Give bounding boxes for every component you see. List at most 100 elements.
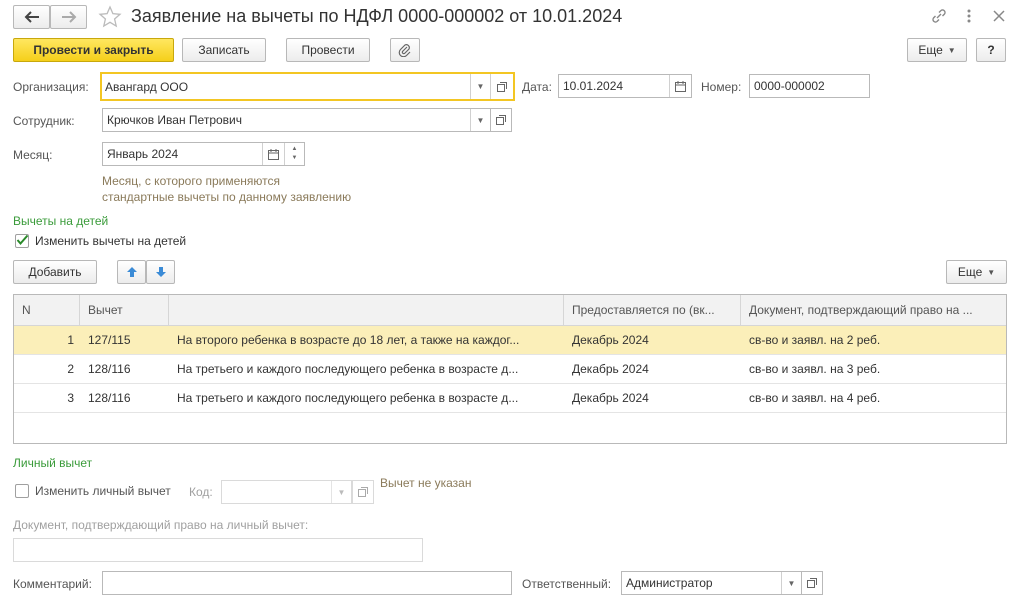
column-header-deduction[interactable]: Вычет	[80, 295, 169, 326]
row-until: Декабрь 2024	[572, 333, 649, 347]
organization-label: Организация:	[13, 80, 89, 94]
row-number: 1	[67, 333, 74, 347]
more-vertical-icon[interactable]	[962, 7, 976, 25]
responsible-dropdown-button[interactable]: ▼	[781, 572, 801, 594]
chevron-down-icon[interactable]: ▼	[292, 154, 298, 163]
number-label: Номер:	[701, 80, 742, 94]
checkmark-icon	[16, 234, 29, 246]
arrow-up-icon	[126, 267, 137, 277]
move-up-button[interactable]	[117, 260, 146, 284]
personal-section-title: Личный вычет	[13, 456, 93, 470]
month-stepper[interactable]: ▲ ▼	[284, 143, 304, 165]
row-number: 3	[67, 391, 74, 405]
personal-document-field[interactable]	[13, 538, 423, 562]
table-row[interactable]: 1 127/115 На второго ребенка в возрасте …	[14, 326, 1006, 355]
table-more-button[interactable]: Еще ▼	[946, 260, 1007, 284]
favorite-star-icon[interactable]	[98, 5, 122, 29]
arrow-left-icon	[24, 11, 39, 23]
date-field[interactable]: 10.01.2024	[558, 74, 692, 98]
open-window-icon	[358, 487, 368, 497]
change-personal-checkbox[interactable]	[15, 484, 29, 498]
back-button[interactable]	[13, 5, 50, 29]
date-value: 10.01.2024	[563, 79, 624, 93]
chevron-down-icon: ▼	[947, 45, 956, 55]
date-calendar-button[interactable]	[669, 75, 691, 97]
code-dropdown-button[interactable]: ▼	[331, 481, 351, 503]
open-window-icon	[496, 115, 506, 125]
comment-label: Комментарий:	[13, 577, 92, 591]
change-personal-label[interactable]: Изменить личный вычет	[35, 484, 171, 498]
chevron-down-icon: ▼	[787, 578, 796, 588]
organization-field[interactable]: Авангард ООО ▼	[100, 72, 515, 101]
responsible-open-button[interactable]	[801, 571, 823, 595]
employee-field[interactable]: Крючков Иван Петрович ▼	[102, 108, 491, 132]
add-button[interactable]: Добавить	[13, 260, 97, 284]
table-row[interactable]: 3 128/116 На третьего и каждого последую…	[14, 384, 1006, 413]
move-down-button[interactable]	[146, 260, 175, 284]
organization-value: Авангард ООО	[105, 79, 189, 94]
table-header: N Вычет Предоставляется по (вк... Докуме…	[14, 295, 1006, 326]
employee-label: Сотрудник:	[13, 114, 75, 128]
row-deduction-code: 127/115	[88, 333, 131, 347]
link-icon[interactable]	[930, 7, 948, 25]
chevron-down-icon: ▼	[476, 82, 485, 91]
row-number: 2	[67, 362, 74, 376]
month-value: Январь 2024	[107, 147, 179, 161]
help-button[interactable]: ?	[976, 38, 1006, 62]
row-deduction-code: 128/116	[88, 391, 131, 405]
number-value: 0000-000002	[754, 79, 825, 93]
chevron-down-icon: ▼	[337, 487, 346, 497]
column-header-description[interactable]	[169, 295, 564, 326]
close-icon[interactable]	[991, 8, 1007, 24]
row-description: На третьего и каждого последующего ребен…	[177, 362, 519, 376]
code-label: Код:	[189, 485, 213, 499]
responsible-value: Администратор	[626, 576, 713, 590]
month-field[interactable]: Январь 2024 ▲ ▼	[102, 142, 305, 166]
month-hint-line-1: Месяц, с которого применяются	[102, 174, 280, 188]
number-field[interactable]: 0000-000002	[749, 74, 870, 98]
table-row[interactable]: 2 128/116 На третьего и каждого последую…	[14, 355, 1006, 384]
row-description: На второго ребенка в возрасте до 18 лет,…	[177, 333, 520, 347]
attach-button[interactable]	[390, 38, 420, 62]
calendar-icon	[268, 148, 279, 160]
date-label: Дата:	[522, 80, 552, 94]
change-children-label[interactable]: Изменить вычеты на детей	[35, 234, 186, 248]
column-header-document[interactable]: Документ, подтверждающий право на ...	[741, 295, 1006, 326]
paperclip-icon	[398, 44, 411, 57]
column-header-n[interactable]: N	[14, 295, 80, 326]
month-label: Месяц:	[13, 148, 53, 162]
employee-open-button[interactable]	[490, 108, 512, 132]
forward-button[interactable]	[50, 5, 87, 29]
code-field[interactable]: ▼	[221, 480, 352, 504]
open-window-icon	[807, 578, 817, 588]
organization-dropdown-button[interactable]: ▼	[470, 74, 490, 99]
row-until: Декабрь 2024	[572, 362, 649, 376]
month-calendar-button[interactable]	[262, 143, 284, 165]
save-button[interactable]: Записать	[182, 38, 266, 62]
row-description: На третьего и каждого последующего ребен…	[177, 391, 519, 405]
comment-field[interactable]	[102, 571, 512, 595]
chevron-up-icon[interactable]: ▲	[292, 145, 298, 154]
post-and-close-button[interactable]: Провести и закрыть	[13, 38, 174, 62]
column-header-until[interactable]: Предоставляется по (вк...	[564, 295, 741, 326]
arrow-down-icon	[155, 267, 166, 277]
more-menu-label: Еще	[918, 43, 943, 57]
personal-document-label: Документ, подтверждающий право на личный…	[13, 518, 309, 532]
more-menu-button[interactable]: Еще ▼	[907, 38, 967, 62]
code-open-button[interactable]	[352, 480, 374, 504]
responsible-field[interactable]: Администратор ▼	[621, 571, 802, 595]
employee-dropdown-button[interactable]: ▼	[470, 109, 490, 131]
organization-open-button[interactable]	[490, 74, 513, 99]
row-document: св-во и заявл. на 3 реб.	[749, 362, 881, 376]
row-document: св-во и заявл. на 2 реб.	[749, 333, 881, 347]
row-until: Декабрь 2024	[572, 391, 649, 405]
row-deduction-code: 128/116	[88, 362, 131, 376]
chevron-down-icon: ▼	[987, 267, 996, 277]
row-document: св-во и заявл. на 4 реб.	[749, 391, 881, 405]
post-button[interactable]: Провести	[286, 38, 370, 62]
month-hint-line-2: стандартные вычеты по данному заявлению	[102, 190, 352, 204]
change-children-checkbox[interactable]	[15, 234, 29, 248]
page-title: Заявление на вычеты по НДФЛ 0000-000002 …	[131, 6, 623, 26]
children-deductions-table[interactable]: N Вычет Предоставляется по (вк... Докуме…	[13, 294, 1007, 444]
responsible-label: Ответственный:	[522, 577, 612, 591]
